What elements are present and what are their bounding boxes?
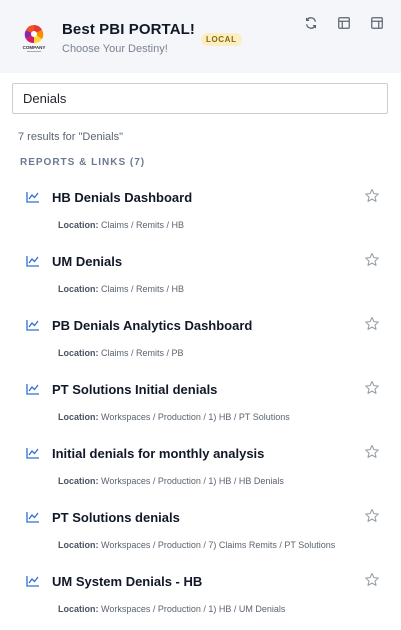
line-chart-icon xyxy=(26,384,39,395)
line-chart-icon xyxy=(26,192,39,203)
star-icon[interactable] xyxy=(364,252,380,268)
location-path: Claims / Remits / HB xyxy=(101,284,185,294)
result-title: PB Denials Analytics Dashboard xyxy=(52,318,253,333)
search-input[interactable] xyxy=(13,84,387,113)
result-title: UM Denials xyxy=(52,254,123,269)
star-icon[interactable] xyxy=(364,188,380,204)
result-title: UM System Denials - HB xyxy=(52,574,203,589)
result-title: Initial denials for monthly analysis xyxy=(52,446,265,461)
side-panel-icon[interactable] xyxy=(369,15,385,31)
location-label: Location: xyxy=(58,412,99,422)
result-item[interactable]: UM Denials Location: Claims / Remits / H… xyxy=(0,246,401,310)
location-path: Workspaces / Production / 1) HB / HB Den… xyxy=(101,476,284,486)
result-location: Location: Claims / Remits / PB xyxy=(58,348,184,358)
result-item[interactable]: HB Denials Dashboard Location: Claims / … xyxy=(0,182,401,246)
search-box xyxy=(12,83,388,114)
result-location: Location: Claims / Remits / HB xyxy=(58,220,184,230)
company-logo: COMPANY xyxy=(20,22,48,56)
location-label: Location: xyxy=(58,284,99,294)
line-chart-icon xyxy=(26,512,39,523)
star-icon[interactable] xyxy=(364,380,380,396)
location-label: Location: xyxy=(58,540,99,550)
location-label: Location: xyxy=(58,476,99,486)
result-title: HB Denials Dashboard xyxy=(52,190,193,205)
line-chart-icon xyxy=(26,256,39,267)
line-chart-icon xyxy=(26,448,39,459)
result-location: Location: Claims / Remits / HB xyxy=(58,284,184,294)
result-item[interactable]: PB Denials Analytics Dashboard Location:… xyxy=(0,310,401,374)
location-label: Location: xyxy=(58,604,99,614)
line-chart-icon xyxy=(26,320,39,331)
layout-panel-icon[interactable] xyxy=(336,15,352,31)
refresh-icon[interactable] xyxy=(303,15,319,31)
result-location: Location: Workspaces / Production / 1) H… xyxy=(58,604,285,614)
result-item[interactable]: PT Solutions Initial denials Location: W… xyxy=(0,374,401,438)
star-icon[interactable] xyxy=(364,508,380,524)
star-icon[interactable] xyxy=(364,316,380,332)
results-count: 7 results for "Denials" xyxy=(18,131,124,143)
logo-text: COMPANY xyxy=(23,45,46,50)
location-label: Location: xyxy=(58,220,99,230)
section-header: REPORTS & LINKS (7) xyxy=(20,157,146,168)
result-location: Location: Workspaces / Production / 1) H… xyxy=(58,476,284,486)
location-label: Location: xyxy=(58,348,99,358)
star-icon[interactable] xyxy=(364,444,380,460)
location-path: Workspaces / Production / 1) HB / UM Den… xyxy=(101,604,286,614)
location-path: Workspaces / Production / 7) Claims Remi… xyxy=(101,540,336,550)
portal-header: COMPANY Best PBI PORTAL! Choose Your Des… xyxy=(0,0,401,73)
result-title: PT Solutions Initial denials xyxy=(52,382,218,397)
location-path: Workspaces / Production / 1) HB / PT Sol… xyxy=(101,412,290,422)
results-list: HB Denials Dashboard Location: Claims / … xyxy=(0,182,401,630)
result-location: Location: Workspaces / Production / 1) H… xyxy=(58,412,290,422)
location-path: Claims / Remits / HB xyxy=(101,220,185,230)
result-item[interactable]: Initial denials for monthly analysis Loc… xyxy=(0,438,401,502)
app-subtitle: Choose Your Destiny! xyxy=(62,43,168,55)
result-item[interactable]: UM System Denials - HB Location: Workspa… xyxy=(0,566,401,630)
result-item[interactable]: PT Solutions denials Location: Workspace… xyxy=(0,502,401,566)
result-location: Location: Workspaces / Production / 7) C… xyxy=(58,540,335,550)
result-title: PT Solutions denials xyxy=(52,510,180,525)
star-icon[interactable] xyxy=(364,572,380,588)
location-path: Claims / Remits / PB xyxy=(101,348,184,358)
line-chart-icon xyxy=(26,576,39,587)
app-title: Best PBI PORTAL! xyxy=(62,21,195,38)
environment-badge: LOCAL xyxy=(201,33,242,46)
